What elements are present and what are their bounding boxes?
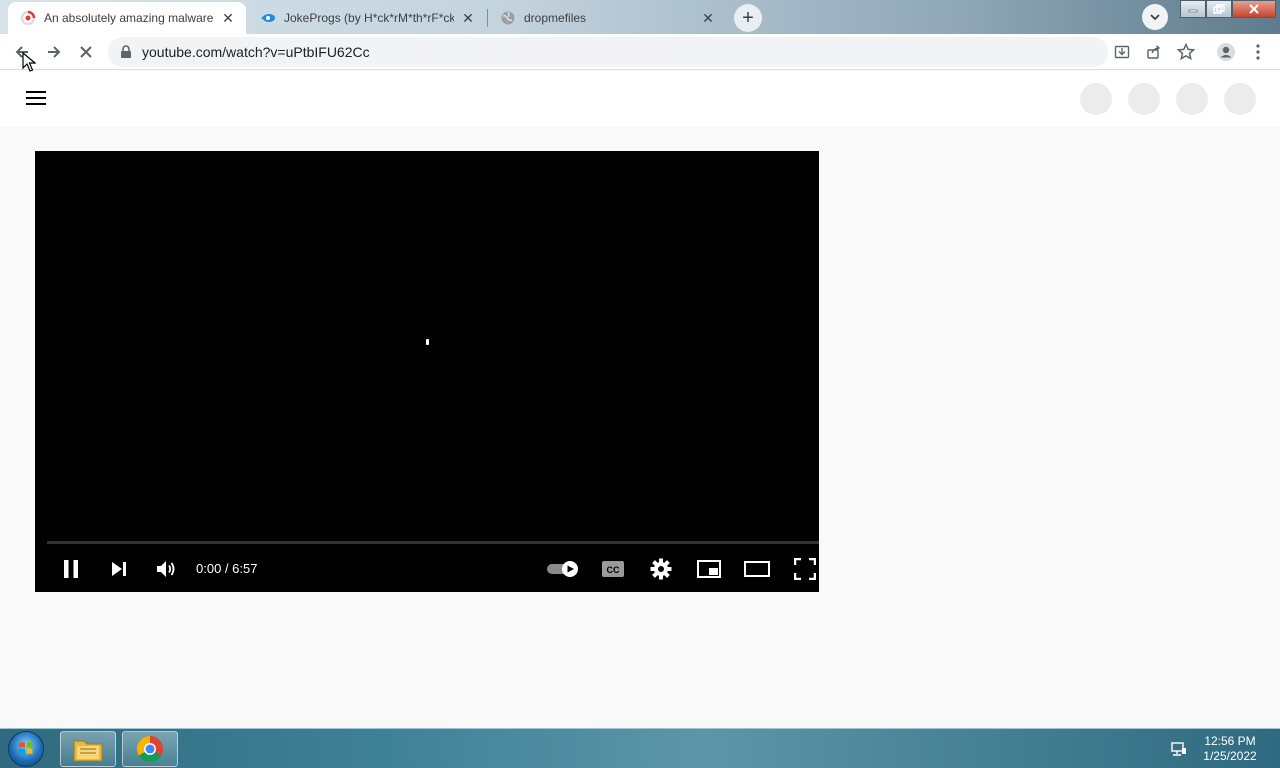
skip-next-icon xyxy=(112,562,126,576)
start-button[interactable] xyxy=(8,731,44,767)
tab-search-button[interactable] xyxy=(1142,4,1168,30)
tab-title: dropmefiles xyxy=(524,11,587,25)
tab-dropmefiles[interactable]: dropmefiles ✕ xyxy=(488,2,726,34)
video-player[interactable]: 0:00 / 6:57 CC xyxy=(35,151,819,592)
tab-strip: An absolutely amazing malware ✕ JokeProg… xyxy=(0,0,1280,34)
tab-title: An absolutely amazing malware xyxy=(44,11,214,25)
next-button[interactable] xyxy=(105,555,133,583)
stop-loading-button[interactable] xyxy=(74,40,98,64)
arrow-right-icon xyxy=(48,46,61,58)
settings-button[interactable] xyxy=(647,555,675,583)
player-controls: 0:00 / 6:57 CC xyxy=(35,551,819,587)
tab-active[interactable]: An absolutely amazing malware ✕ xyxy=(8,2,246,34)
chevron-down-icon xyxy=(1150,14,1160,21)
fullscreen-icon xyxy=(794,558,816,580)
browser-toolbar: youtube.com/watch?v=uPtbIFU62Cc xyxy=(0,34,1280,70)
restore-button[interactable] xyxy=(1206,0,1232,18)
taskbar-explorer[interactable] xyxy=(60,731,116,767)
globe-icon xyxy=(501,11,515,25)
close-icon[interactable]: ✕ xyxy=(220,10,236,26)
windows-logo-icon xyxy=(19,742,33,755)
autoplay-toggle-icon xyxy=(547,561,578,577)
close-icon[interactable]: ✕ xyxy=(700,10,716,26)
system-clock[interactable]: 12:56 PM 1/25/2022 xyxy=(1196,734,1264,764)
install-app-icon[interactable] xyxy=(1114,44,1130,60)
plus-icon: + xyxy=(742,6,754,29)
placeholder-button xyxy=(1176,83,1208,115)
windows-taskbar: 12:56 PM 1/25/2022 xyxy=(0,728,1280,768)
autoplay-toggle[interactable] xyxy=(545,555,581,583)
closed-captions-icon: CC xyxy=(602,561,624,577)
chrome-icon xyxy=(136,735,164,763)
svg-text:CC: CC xyxy=(607,565,620,575)
jokeprogs-icon xyxy=(261,14,275,22)
taskbar-chrome[interactable] xyxy=(122,731,178,767)
star-icon xyxy=(1177,43,1195,61)
window-controls xyxy=(1180,0,1276,20)
placeholder-avatar xyxy=(1224,83,1256,115)
placeholder-button xyxy=(1080,83,1112,115)
folder-icon xyxy=(73,740,103,762)
avatar-icon xyxy=(1217,43,1235,61)
placeholder-button xyxy=(1128,83,1160,115)
loading-spinner-icon xyxy=(426,339,429,345)
new-tab-button[interactable]: + xyxy=(734,4,762,32)
clock-date: 1/25/2022 xyxy=(1203,749,1257,763)
time-display: 0:00 / 6:57 xyxy=(196,561,258,576)
mouse-cursor-icon xyxy=(22,52,36,72)
share-icon[interactable] xyxy=(1146,44,1162,60)
close-icon xyxy=(80,46,92,58)
subtitles-button[interactable]: CC xyxy=(599,555,627,583)
gear-icon xyxy=(650,558,672,580)
network-icon[interactable] xyxy=(1170,740,1188,758)
clock-time: 12:56 PM xyxy=(1204,734,1256,748)
theater-mode-icon xyxy=(744,561,770,577)
mute-button[interactable] xyxy=(152,555,180,583)
close-window-button[interactable] xyxy=(1232,0,1276,18)
address-bar[interactable]: youtube.com/watch?v=uPtbIFU62Cc xyxy=(108,37,1161,67)
youtube-loading-icon xyxy=(20,10,36,26)
url-text: youtube.com/watch?v=uPtbIFU62Cc xyxy=(142,44,370,60)
lock-icon xyxy=(121,45,131,58)
youtube-header xyxy=(0,71,1280,127)
minimize-button[interactable] xyxy=(1180,0,1206,18)
miniplayer-icon xyxy=(697,560,721,578)
close-icon[interactable]: ✕ xyxy=(460,10,476,26)
profile-button[interactable] xyxy=(1214,40,1238,64)
theater-mode-button[interactable] xyxy=(743,555,771,583)
minimize-icon xyxy=(1188,9,1198,13)
volume-icon xyxy=(157,561,175,577)
close-icon xyxy=(1249,4,1259,14)
tab-jokeprogs[interactable]: JokeProgs (by H*ck*rM*th*rF*ck* ✕ xyxy=(248,2,486,34)
forward-button[interactable] xyxy=(42,40,66,64)
pause-icon xyxy=(64,560,78,578)
bookmark-button[interactable] xyxy=(1174,40,1198,64)
tab-title: JokeProgs (by H*ck*rM*th*rF*ck* xyxy=(284,11,454,25)
restore-icon xyxy=(1213,4,1225,14)
hamburger-menu-icon[interactable] xyxy=(26,91,46,107)
more-vert-icon xyxy=(1256,44,1260,60)
fullscreen-button[interactable] xyxy=(791,555,819,583)
miniplayer-button[interactable] xyxy=(695,555,723,583)
pause-button[interactable] xyxy=(57,555,85,583)
menu-button[interactable] xyxy=(1246,40,1270,64)
progress-bar[interactable] xyxy=(47,541,819,544)
